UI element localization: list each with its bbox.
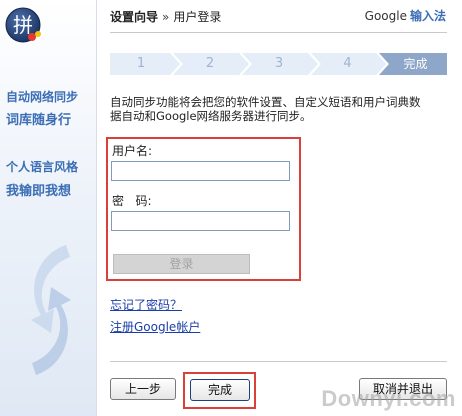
password-input[interactable] — [111, 211, 290, 231]
header-divider — [110, 32, 447, 33]
step-progress: 1 2 3 4 完成 — [110, 53, 447, 75]
wizard-header: 设置向导» 用户登录 — [110, 8, 221, 25]
description-line1: 自动同步功能将会把您的软件设置、自定义短语和用户词典数 — [110, 95, 421, 109]
username-input[interactable] — [111, 161, 290, 181]
sidebar-feature2-line2: 我输即我想 — [6, 184, 72, 199]
finish-highlight: 完成 — [183, 372, 256, 409]
finish-button[interactable]: 完成 — [190, 379, 250, 401]
google-ime-logo-icon: 拼 — [5, 7, 41, 43]
step-1: 1 — [136, 56, 146, 71]
brand: Google 输入法 — [365, 7, 446, 24]
brand-google: Google — [364, 9, 407, 23]
username-label: 用户名: — [112, 144, 153, 158]
sync-description: 自动同步功能将会把您的软件设置、自定义短语和用户词典数 据自动和Google网络… — [110, 95, 450, 123]
wizard-title: 设置向导 — [110, 10, 159, 24]
footer-divider — [110, 361, 447, 362]
login-button[interactable]: 登录 — [113, 254, 250, 274]
password-label: 密 码: — [112, 194, 152, 208]
sidebar-feature2-line1: 个人语言风格 — [6, 160, 79, 174]
step-2: 2 — [205, 56, 215, 71]
step-finish: 完成 — [403, 57, 428, 71]
sidebar-feature1-line2: 词库随身行 — [6, 113, 72, 128]
step-4: 4 — [343, 56, 352, 71]
step-3: 3 — [274, 56, 284, 71]
description-line2: 据自动和Google网络服务器进行同步。 — [110, 109, 312, 123]
breadcrumb-separator: » — [162, 10, 170, 24]
login-form: 用户名: 密 码: 登录 — [106, 137, 301, 281]
register-account-link[interactable]: 注册Google帐户 — [110, 318, 200, 335]
forgot-password-link[interactable]: 忘记了密码？ — [110, 296, 182, 313]
wizard-subtitle: 用户登录 — [173, 10, 222, 24]
brand-ime: 输入法 — [409, 9, 446, 23]
sync-arrows-icon — [31, 245, 71, 375]
svg-text:拼: 拼 — [13, 13, 33, 37]
wizard-main: 设置向导» 用户登录 Google 输入法 1 2 3 4 完成 自动同步功能将会把… — [97, 0, 462, 416]
watermark: Downyi.com — [321, 386, 456, 411]
back-button[interactable]: 上一步 — [110, 378, 176, 400]
sidebar: 拼 自动网络同步 词库随身行 个人语言风格 我输即我想 — [0, 0, 97, 416]
sidebar-feature1-line1: 自动网络同步 — [6, 90, 79, 104]
